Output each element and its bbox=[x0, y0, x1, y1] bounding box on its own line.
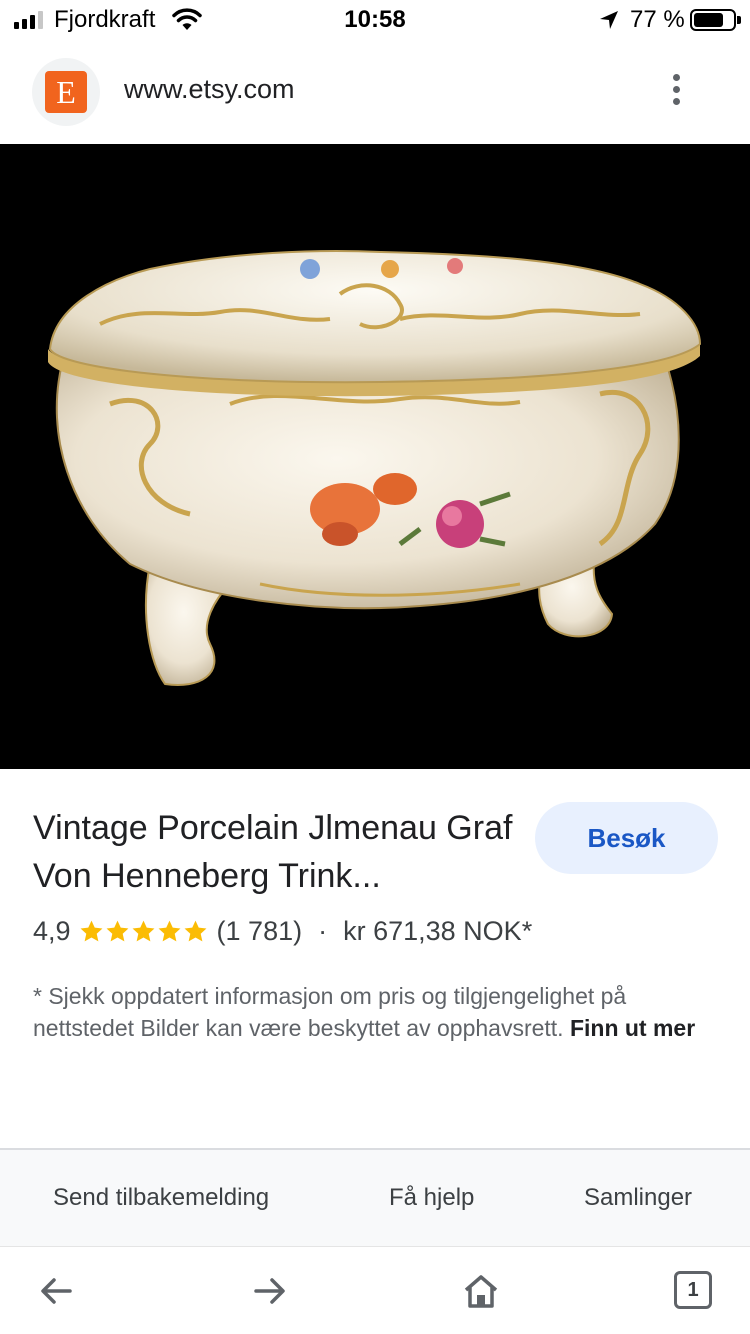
rating-price-row: 4,9 (1 781) · kr 671,38 NOK* bbox=[33, 916, 532, 947]
tab-count: 1 bbox=[674, 1271, 712, 1309]
disclaimer-text: * Sjekk oppdatert informasjon om pris og… bbox=[33, 983, 627, 1041]
battery-icon bbox=[690, 9, 736, 31]
product-price: kr 671,38 NOK* bbox=[343, 916, 533, 946]
visit-button[interactable]: Besøk bbox=[535, 802, 718, 874]
review-count: (1 781) bbox=[216, 916, 303, 946]
etsy-favicon-icon: E bbox=[45, 71, 87, 113]
home-icon[interactable] bbox=[461, 1271, 501, 1316]
star-icon bbox=[132, 920, 154, 942]
feedback-bar: Send tilbakemelding Få hjelp Samlinger bbox=[0, 1148, 750, 1246]
product-title[interactable]: Vintage Porcelain Jlmenau Graf Von Henne… bbox=[33, 804, 513, 900]
tabs-icon[interactable]: 1 bbox=[674, 1271, 712, 1309]
star-icon bbox=[184, 920, 206, 942]
separator-dot: · bbox=[318, 916, 328, 946]
forward-arrow-icon[interactable] bbox=[250, 1271, 290, 1316]
porcelain-trinket-box-picture bbox=[0, 144, 750, 769]
back-arrow-icon[interactable] bbox=[36, 1271, 76, 1316]
learn-more-link[interactable]: Finn ut mer bbox=[570, 1015, 695, 1041]
star-icon bbox=[106, 920, 128, 942]
rating-value: 4,9 bbox=[33, 916, 71, 946]
star-icon bbox=[80, 920, 102, 942]
battery-cap bbox=[737, 16, 741, 24]
get-help-link[interactable]: Få hjelp bbox=[389, 1184, 474, 1212]
battery-level bbox=[694, 13, 723, 27]
url-field[interactable]: www.etsy.com bbox=[124, 74, 295, 105]
address-bar: E www.etsy.com bbox=[0, 44, 750, 144]
browser-toolbar: 1 bbox=[0, 1246, 750, 1334]
status-bar: Fjordkraft 10:58 77 % bbox=[0, 0, 750, 44]
star-icon bbox=[158, 920, 180, 942]
battery-percent: 77 % bbox=[630, 6, 685, 33]
price-disclaimer: * Sjekk oppdatert informasjon om pris og… bbox=[33, 980, 723, 1044]
collections-link[interactable]: Samlinger bbox=[584, 1184, 692, 1212]
send-feedback-link[interactable]: Send tilbakemelding bbox=[53, 1184, 269, 1212]
more-vert-icon[interactable] bbox=[668, 74, 684, 110]
site-info-button[interactable]: E bbox=[32, 58, 100, 126]
location-arrow-icon bbox=[598, 9, 620, 36]
rating-stars bbox=[79, 919, 209, 944]
product-image[interactable] bbox=[0, 144, 750, 769]
